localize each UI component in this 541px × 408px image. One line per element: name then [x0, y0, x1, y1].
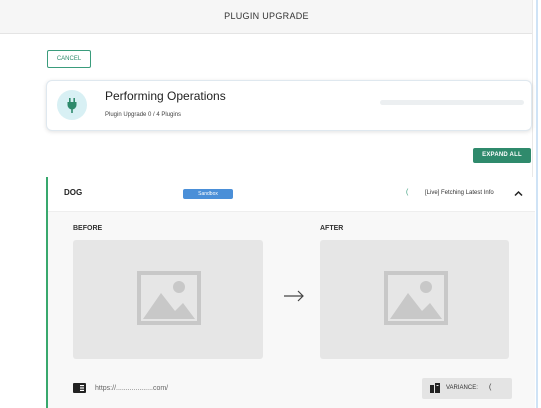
- comparison-icon: [430, 383, 440, 393]
- variance-button[interactable]: VARIANCE: (: [422, 378, 512, 399]
- before-label: BEFORE: [73, 225, 103, 232]
- environment-badge: Sandbox: [183, 189, 233, 199]
- before-screenshot[interactable]: [73, 240, 263, 359]
- variance-loading-icon: (: [489, 384, 492, 391]
- plugin-header[interactable]: DOG Sandbox ( [Live] Fetching Latest Inf…: [48, 177, 535, 212]
- plugin-name: DOG: [64, 188, 83, 197]
- operations-title: Performing Operations: [105, 89, 226, 103]
- after-screenshot[interactable]: [320, 240, 509, 359]
- expand-all-button[interactable]: EXPAND ALL: [473, 148, 531, 163]
- after-label: AFTER: [320, 225, 344, 232]
- plug-icon: [57, 90, 87, 120]
- live-status-text: [Live] Fetching Latest Info: [425, 190, 494, 196]
- top-bar: PLUGIN UPGRADE: [0, 0, 533, 34]
- loading-spinner-icon: (: [406, 189, 409, 196]
- image-placeholder-icon: [384, 271, 448, 325]
- book-icon: [73, 383, 86, 393]
- chevron-up-icon[interactable]: [514, 190, 523, 197]
- operations-subtitle: Plugin Upgrade 0 / 4 Plugins: [105, 112, 182, 118]
- variance-label: VARIANCE:: [446, 385, 478, 391]
- cancel-button[interactable]: CANCEL: [47, 50, 91, 68]
- arrow-right-icon: [284, 290, 304, 302]
- image-placeholder-icon: [137, 271, 201, 325]
- page-title: PLUGIN UPGRADE: [224, 11, 309, 21]
- plugin-panel: DOG Sandbox ( [Live] Fetching Latest Inf…: [46, 177, 535, 408]
- operations-card: Performing Operations Plugin Upgrade 0 /…: [46, 80, 532, 131]
- operations-progress-bar: [380, 100, 524, 105]
- plugin-url-link[interactable]: https://...................com/: [95, 385, 168, 392]
